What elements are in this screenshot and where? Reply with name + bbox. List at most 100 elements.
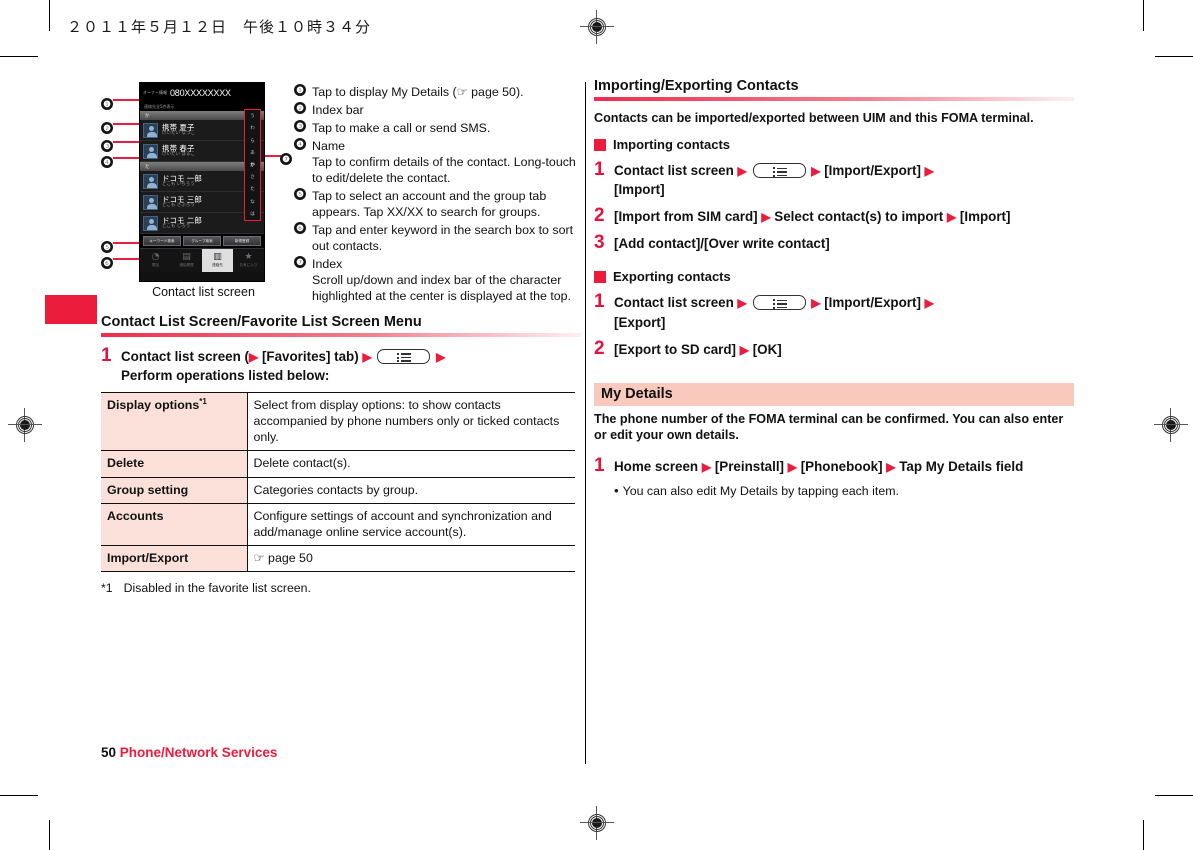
- import-step-1-number: 1: [594, 159, 605, 181]
- callout-number-7-text: ❼: [294, 256, 306, 268]
- callout-text-4: Name Tap to confirm details of the conta…: [312, 138, 584, 186]
- callout-number-1: ❶: [101, 98, 113, 111]
- arrow-icon: ▶: [737, 164, 747, 179]
- left-section-heading: Contact List Screen/Favorite List Screen…: [101, 314, 422, 330]
- export-step-2-a: [Export to SD card]: [614, 341, 737, 357]
- index-letter: は: [250, 211, 255, 217]
- arrow-icon: ▶: [701, 460, 712, 475]
- footer-section-title: Phone/Network Services: [119, 745, 278, 760]
- document-date-header: ２０１１年５月１２日 午後１０時３４分: [67, 18, 372, 36]
- table-cell-value: Configure settings of account and synchr…: [247, 502, 575, 546]
- right-section-lead: Contacts can be imported/exported betwee…: [594, 111, 1034, 125]
- tab-favorites-label: お気に入り: [239, 263, 258, 267]
- arrow-icon: ▶: [787, 460, 797, 475]
- menu-key-icon[interactable]: [377, 349, 431, 364]
- callout-number-3-text: ❸: [294, 120, 306, 132]
- callout-text-2: Index bar: [312, 103, 364, 117]
- export-step-1-b: [Import/Export]: [824, 295, 921, 311]
- tab-call-log: ▤ 通話履歴: [171, 249, 202, 272]
- arrow-icon: ▶: [739, 342, 749, 357]
- my-details-step-1-b: [Preinstall]: [714, 459, 785, 475]
- keyword-search-button: キーワード検索: [143, 236, 181, 246]
- page-footer: 50 Phone/Network Services: [101, 745, 277, 760]
- callout-text-1: Tap to display My Details (☞ page 50).: [312, 85, 524, 99]
- index-letter: あ: [250, 150, 255, 156]
- table-cell-key: Group setting: [101, 476, 248, 504]
- group-search-button: グループ検索: [183, 236, 221, 246]
- arrow-icon: ▶: [946, 210, 957, 225]
- callout-text-5: Tap to select an account and the group t…: [312, 189, 547, 219]
- callout-item-7: ❼ Index Scroll up/down and index bar of …: [294, 256, 584, 304]
- callout-text-3: Tap to make a call or send SMS.: [312, 121, 491, 135]
- phone-owner-bar: オーナー情報 080XXXXXXXX: [140, 83, 264, 102]
- phone-owner-label: オーナー情報: [143, 89, 167, 95]
- tab-contacts: ▥ 連絡先: [202, 249, 233, 272]
- import-step-2-body: [Import from SIM card] ▶ Select contact(…: [614, 206, 1010, 226]
- contact-name-block: 携帯 夏子 けいたい なつこ: [162, 123, 195, 137]
- callout-marker-7: ❼: [280, 149, 292, 167]
- callout-number-1-text: ❶: [294, 84, 306, 96]
- footer-page-number: 50: [101, 745, 117, 760]
- my-details-block: My Details The phone number of the FOMA …: [594, 382, 1074, 500]
- table-key-footnote: *1: [199, 397, 207, 407]
- arrow-icon: ▶: [436, 350, 446, 364]
- callout-marker-1: ❶: [101, 94, 113, 112]
- contact-reading: けいたい はるこ: [162, 151, 195, 157]
- left-step-1-number: 1: [101, 345, 112, 366]
- callout-item-3: ❸ Tap to make a call or send SMS.: [294, 120, 584, 136]
- callout-number-5: ❺: [101, 241, 113, 254]
- figure-contact-list-screen: ❶ ❷ ❸ ❹ ❺ ❻ オーナー情報 080XXXXXXXX 連絡先全5件表示 …: [101, 82, 581, 314]
- new-contact-button: 新規登録: [223, 236, 261, 246]
- callout-item-5: ❺ Tap to select an account and the group…: [294, 188, 584, 220]
- phone-index-scroll-strip: う わ ら あ か さ た な は: [244, 109, 261, 221]
- callout-marker-6: ❻: [101, 253, 113, 271]
- phone-screenshot: オーナー情報 080XXXXXXXX 連絡先全5件表示 か 携帯 夏子 けいたい…: [139, 82, 265, 282]
- callout-item-4: ❹ Name Tap to confirm details of the con…: [294, 138, 584, 186]
- import-step-1-a: Contact list screen: [614, 163, 734, 179]
- table-cell-value: ☞ page 50: [247, 544, 575, 573]
- callout-leader-7: [265, 155, 281, 157]
- crop-mark-top-left-h: [0, 56, 38, 57]
- table-row: Display options*1 Select from display op…: [101, 392, 575, 452]
- index-letter: わ: [250, 126, 255, 132]
- contact-avatar-icon: [143, 122, 158, 138]
- crop-mark-top-right-v: [1143, 0, 1144, 31]
- callout-number-6-text: ❻: [294, 222, 306, 234]
- table-row: Accounts Configure settings of account a…: [101, 502, 575, 546]
- column-divider: [585, 82, 586, 764]
- left-section-rule: [101, 333, 581, 337]
- my-details-note: • You can also edit My Details by tappin…: [614, 483, 1074, 500]
- table-cell-value: Delete contact(s).: [247, 450, 575, 478]
- square-bullet-icon: [594, 138, 606, 151]
- index-letter-highlighted: か: [250, 162, 255, 168]
- phone-action-buttons: キーワード検索 グループ検索 新規登録: [140, 234, 264, 248]
- phone-owner-number: 080XXXXXXXX: [170, 87, 231, 98]
- contact-avatar-icon: [143, 215, 158, 231]
- importing-contacts-subheading: Importing contacts: [594, 137, 1074, 152]
- table-key-label: Display options: [107, 398, 200, 413]
- import-step-1-b: [Import/Export]: [824, 163, 921, 179]
- contact-reading: どこも じろう: [162, 223, 191, 229]
- left-step-1-part-c: Perform operations listed below:: [121, 368, 330, 384]
- menu-key-icon[interactable]: [752, 295, 806, 311]
- tab-phone: ◔ 電話: [140, 249, 171, 272]
- callout-number-4: ❹: [101, 156, 113, 169]
- tab-phone-label: 電話: [151, 263, 160, 267]
- callout-text-6: Tap and enter keyword in the search box …: [312, 223, 574, 253]
- arrow-icon: ▶: [924, 164, 934, 179]
- contact-reading: どこも いちろう: [162, 181, 195, 187]
- callout-number-2-text: ❷: [294, 102, 306, 114]
- my-details-lead: The phone number of the FOMA terminal ca…: [594, 411, 1064, 442]
- left-step-1-part-a: Contact list screen (: [121, 349, 249, 364]
- callout-description-list: ❶ Tap to display My Details (☞ page 50).…: [294, 84, 584, 306]
- callout-number-4-text: ❹: [294, 138, 306, 150]
- contact-name-block: ドコモ 一郎 どこも いちろう: [162, 174, 202, 188]
- contact-avatar-icon: [143, 143, 158, 159]
- export-step-2-b: [OK]: [752, 341, 782, 357]
- menu-key-icon[interactable]: [752, 163, 806, 179]
- export-step-1-body: Contact list screen ▶ ▶ [Import/Export] …: [614, 292, 934, 331]
- right-column: Importing/Exporting Contacts Contacts ca…: [594, 78, 1074, 500]
- arrow-icon: ▶: [249, 350, 259, 364]
- callout-text-4-title: Name: [312, 139, 346, 153]
- table-cell-value: Categories contacts by group.: [247, 476, 575, 504]
